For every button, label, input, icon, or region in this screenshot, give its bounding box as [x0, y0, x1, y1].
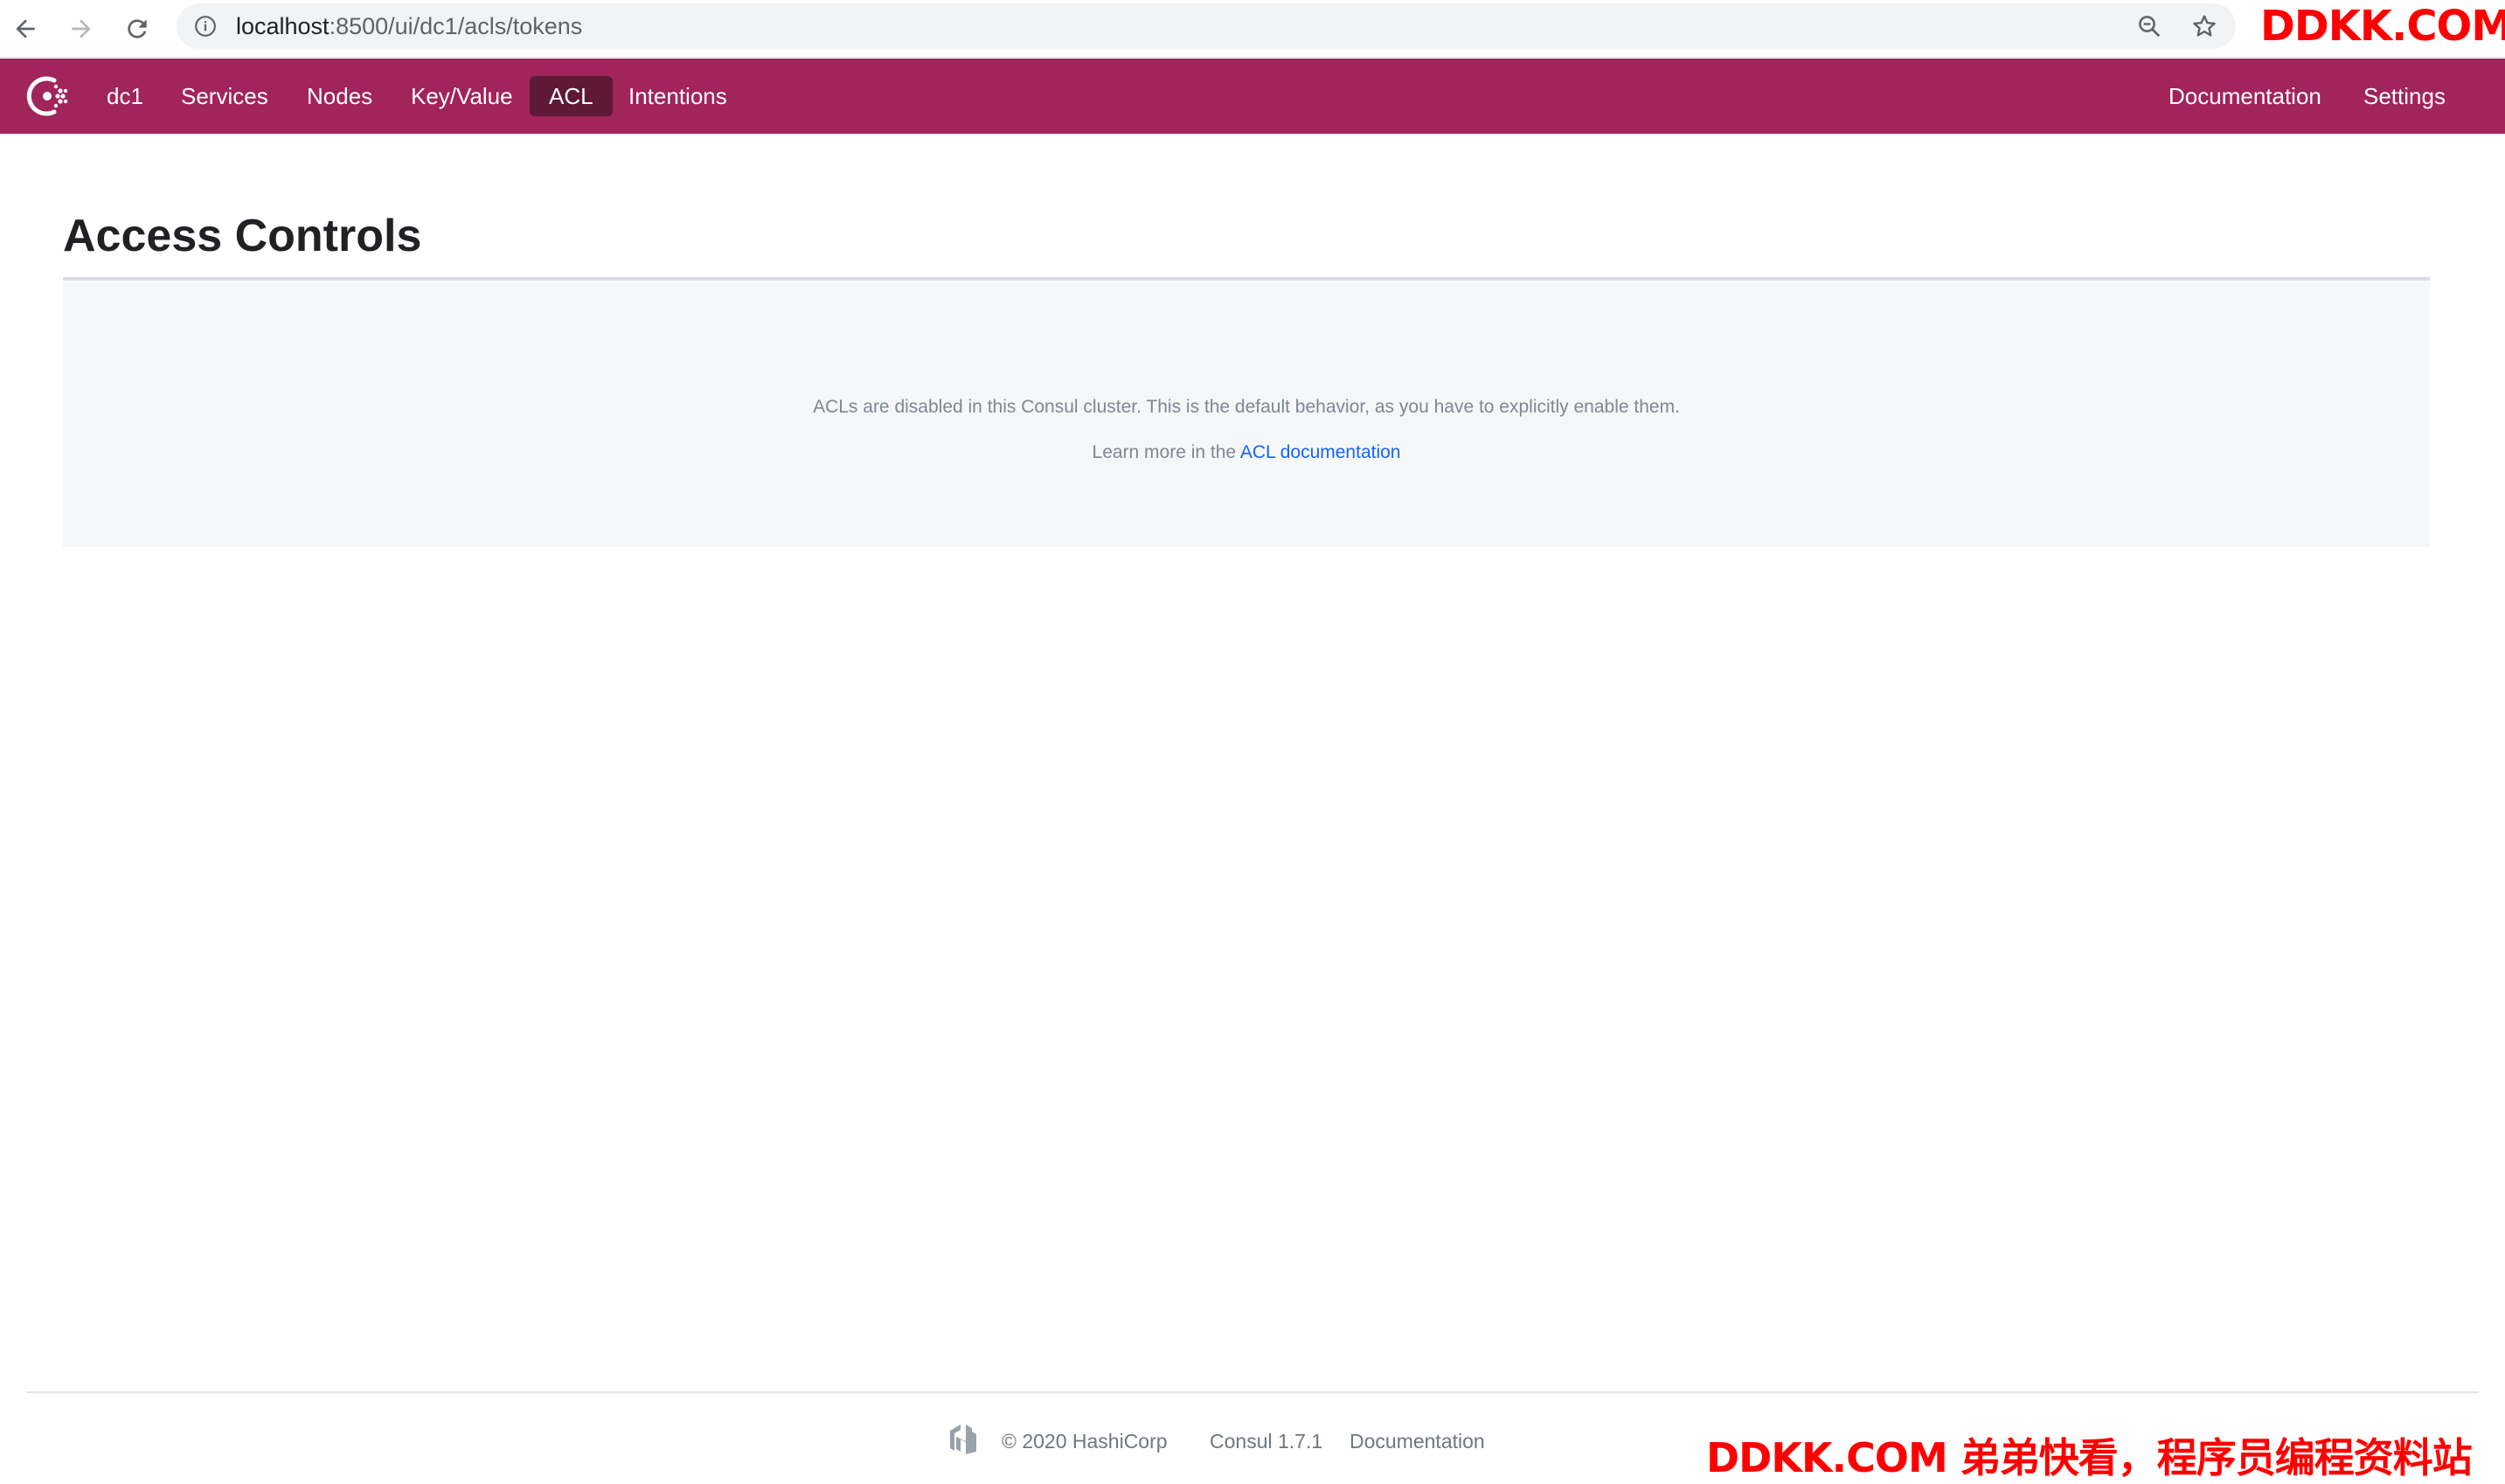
browser-toolbar: localhost:8500/ui/dc1/acls/tokens DDKK.C… — [0, 0, 2505, 58]
url-path: :8500/ui/dc1/acls/tokens — [329, 13, 583, 39]
hashicorp-logo-icon[interactable] — [947, 1423, 979, 1456]
footer-version: Consul 1.7.1 — [1210, 1430, 1323, 1453]
page-title: Access Controls — [63, 211, 422, 261]
learn-more-line: Learn more in the ACL documentation — [63, 442, 2430, 463]
forward-icon — [72, 19, 91, 38]
url-text[interactable]: localhost:8500/ui/dc1/acls/tokens — [236, 13, 582, 40]
watermark-bottom: DDKK.COM 弟弟快看，程序员编程资料站 — [1706, 1434, 2473, 1481]
reload-icon — [128, 19, 147, 38]
footer-documentation-link[interactable]: Documentation — [1350, 1430, 1485, 1453]
back-button[interactable] — [5, 9, 45, 49]
nav-settings[interactable]: Settings — [2344, 76, 2465, 116]
forward-button[interactable] — [61, 9, 101, 49]
nav-documentation[interactable]: Documentation — [2149, 76, 2341, 116]
zoom-icon[interactable] — [2136, 13, 2162, 39]
nav-nodes[interactable]: Nodes — [288, 76, 392, 116]
app-header: dc1 Services Nodes Key/Value ACL Intenti… — [0, 59, 2505, 134]
nav-intentions[interactable]: Intentions — [609, 76, 746, 116]
footer-divider — [26, 1391, 2479, 1393]
acl-disabled-message: ACLs are disabled in this Consul cluster… — [813, 397, 1680, 417]
acl-disabled-panel: ACLs are disabled in this Consul cluster… — [63, 281, 2430, 547]
star-icon[interactable] — [2190, 12, 2218, 40]
back-icon — [16, 19, 35, 38]
nav-services[interactable]: Services — [162, 76, 288, 116]
watermark-top: DDKK.COM — [2260, 2, 2505, 51]
nav-acl[interactable]: ACL — [530, 76, 613, 116]
learn-more-prefix: Learn more in the — [1092, 442, 1237, 462]
info-icon[interactable] — [194, 15, 217, 38]
acl-documentation-link[interactable]: ACL documentation — [1240, 442, 1401, 462]
reload-button[interactable] — [117, 9, 157, 49]
datacenter-selector[interactable]: dc1 — [87, 76, 163, 116]
nav-key-value[interactable]: Key/Value — [392, 76, 532, 116]
consul-logo-icon[interactable] — [24, 73, 72, 120]
url-host: localhost — [236, 13, 330, 39]
footer-copyright: © 2020 HashiCorp — [1002, 1430, 1168, 1453]
address-bar[interactable]: localhost:8500/ui/dc1/acls/tokens — [177, 3, 2236, 49]
